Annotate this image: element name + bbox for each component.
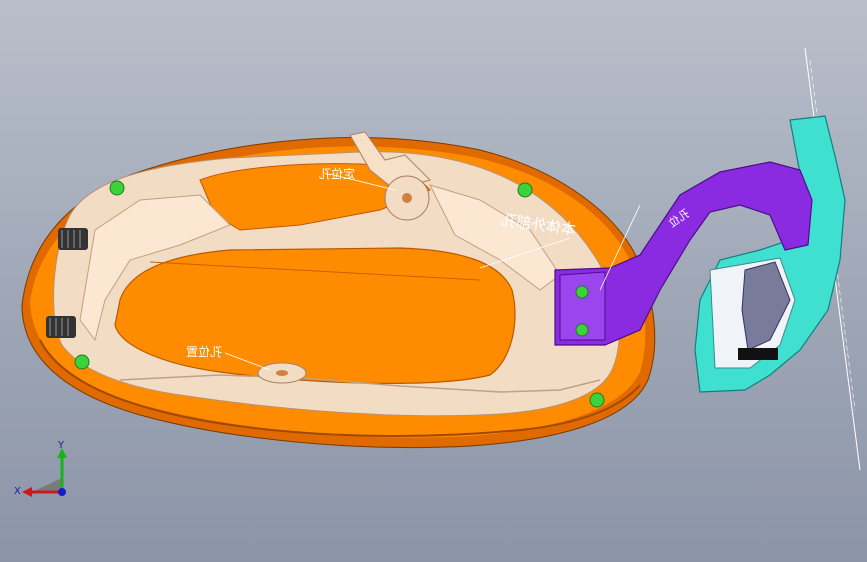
x-axis-label: X [14,486,21,497]
lower-locator-hole[interactable] [276,370,288,376]
central-panel [114,247,516,384]
spring-clip-lower[interactable] [46,316,76,338]
y-axis-label: Y [58,440,65,451]
annotation-top-locator: 定位孔 [319,166,355,181]
locator-pin-top-right[interactable] [517,182,533,198]
spring-clip-upper[interactable] [58,228,88,250]
3d-model-scene[interactable]: 定位孔 孔位置 孔位 本体外部孔 [0,0,867,562]
latch-mechanism[interactable] [694,115,846,393]
locator-pin-bottom-left[interactable] [74,354,90,370]
bracket-pin-upper[interactable] [575,285,589,299]
upper-locator-hole[interactable] [402,193,412,203]
triad-plane-icon [32,478,62,492]
x-axis-arrowhead-icon [22,487,32,497]
annotation-bottom-locator: 孔位置 [186,344,222,359]
bracket-pin-lower[interactable] [575,323,589,337]
locator-pin-top-left[interactable] [109,180,125,196]
coordinate-triad-icon: Y X [14,440,74,510]
locator-pin-bottom-right[interactable] [589,392,605,408]
cad-viewport[interactable]: 定位孔 孔位置 孔位 本体外部孔 Y X [0,0,867,562]
z-axis-origin-icon [58,488,66,496]
